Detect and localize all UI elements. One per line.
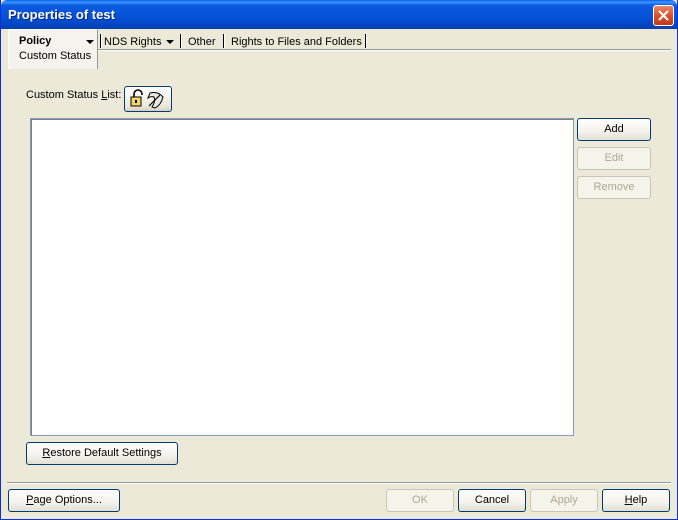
remove-button[interactable]: Remove (577, 176, 651, 199)
edit-button[interactable]: Edit (577, 147, 651, 170)
tab-separator (100, 34, 102, 48)
tab-other[interactable]: Other (188, 36, 216, 48)
custom-status-listbox[interactable] (30, 118, 574, 436)
cancel-button[interactable]: Cancel (458, 489, 526, 512)
title-bar[interactable]: Properties of test (1, 0, 677, 29)
tab-separator (180, 34, 182, 48)
help-button[interactable]: Help (602, 489, 670, 512)
properties-dialog: Properties of test Policy Custom Status … (0, 0, 678, 520)
dropdown-arrow-icon[interactable] (86, 40, 94, 44)
inheritance-lock-button[interactable] (124, 86, 172, 112)
custom-status-list-label: Custom Status List: (26, 89, 122, 101)
ok-button[interactable]: OK (386, 489, 454, 512)
restore-default-settings-button[interactable]: Restore Default Settings (26, 442, 178, 465)
tab-nds-rights[interactable]: NDS Rights (104, 36, 161, 48)
tab-policy-label: Policy (19, 35, 52, 47)
close-icon (658, 10, 669, 21)
tab-policy[interactable]: Policy Custom Status (8, 29, 98, 69)
tab-rights-to-files-and-folders[interactable]: Rights to Files and Folders (231, 36, 362, 48)
tab-separator (365, 34, 367, 48)
page-options-button[interactable]: Page Options... (8, 489, 120, 512)
tab-policy-page-custom-status: Custom Status (19, 50, 92, 62)
window-title: Properties of test (8, 7, 115, 22)
tab-strip-line (98, 49, 671, 51)
padlock-icon (130, 89, 164, 109)
dialog-client-area: Policy Custom Status NDS Rights Other Ri… (4, 29, 674, 517)
add-button[interactable]: Add (577, 118, 651, 141)
apply-button[interactable]: Apply (530, 489, 598, 512)
close-button[interactable] (653, 5, 674, 26)
dropdown-arrow-icon[interactable] (166, 40, 174, 44)
tab-separator (223, 34, 225, 48)
footer-separator (7, 482, 671, 484)
